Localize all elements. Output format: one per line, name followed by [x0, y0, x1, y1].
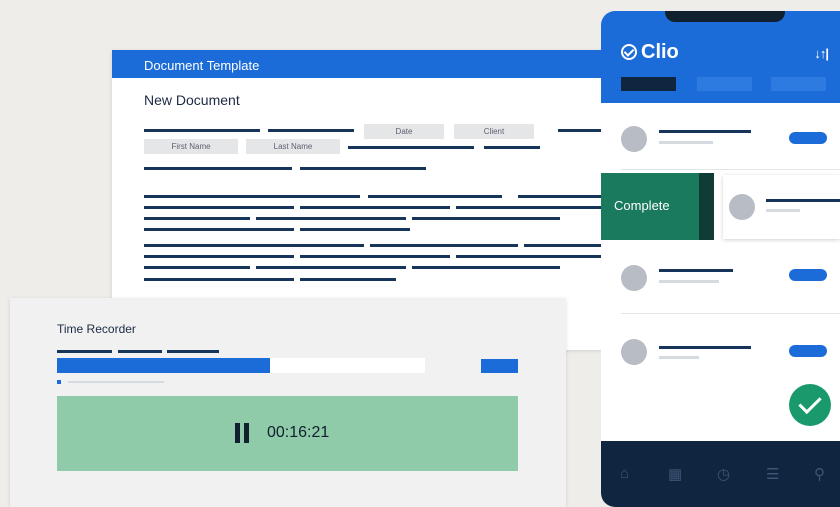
text-line [300, 167, 426, 170]
time-recorder-card: Time Recorder 00:16:21 [10, 298, 566, 507]
home-icon[interactable]: ⌂ [620, 465, 629, 482]
client-field[interactable]: Client [454, 124, 534, 139]
tab-item[interactable] [771, 77, 826, 91]
check-circle-icon [621, 44, 637, 60]
text-line [484, 146, 540, 149]
timer-action-button[interactable] [481, 359, 518, 373]
text-line [456, 206, 606, 209]
text-line [300, 278, 396, 281]
tab-active[interactable] [621, 77, 676, 91]
clock-icon[interactable]: ◷ [717, 465, 730, 483]
filter-icon[interactable]: ↓↑| [814, 46, 829, 61]
search-icon[interactable]: ⚲ [814, 465, 825, 483]
text-line [57, 350, 112, 353]
text-line [144, 167, 292, 170]
first-name-field[interactable]: First Name [144, 139, 238, 154]
document-title: Document Template [144, 58, 260, 73]
calendar-icon[interactable]: ▦ [668, 465, 682, 483]
text-line [659, 269, 733, 272]
complete-swipe-action[interactable]: Complete [601, 173, 714, 240]
text-line [300, 255, 450, 258]
text-line [167, 350, 219, 353]
swipe-edge [699, 173, 714, 240]
phone-notch [665, 11, 785, 22]
text-line [524, 244, 612, 247]
text-line [118, 350, 162, 353]
document-subtitle: New Document [144, 92, 240, 108]
complete-label: Complete [614, 198, 670, 213]
text-line [348, 146, 474, 149]
text-line [300, 228, 410, 231]
text-line [659, 280, 719, 283]
text-line [518, 195, 612, 198]
phone-header: Clio ↓↑| [601, 11, 840, 103]
text-line [144, 217, 250, 220]
text-line [256, 217, 406, 220]
list-item-action[interactable] [789, 269, 827, 281]
timer-display: 00:16:21 [57, 396, 518, 471]
list-item-action[interactable] [789, 345, 827, 357]
text-line [300, 206, 450, 209]
text-line [659, 141, 713, 144]
list-item-action[interactable] [789, 132, 827, 144]
time-progress-fill [57, 358, 271, 373]
text-line [144, 244, 364, 247]
text-line [766, 199, 840, 202]
text-line [370, 244, 518, 247]
swiped-list-item[interactable] [723, 175, 840, 239]
text-line [68, 381, 164, 383]
text-line [144, 129, 260, 132]
avatar [729, 194, 755, 220]
divider [621, 169, 840, 170]
list-icon[interactable]: ☰ [766, 465, 779, 483]
text-line [659, 356, 699, 359]
time-progress-bar [57, 358, 425, 373]
text-line [412, 266, 560, 269]
checkmark-icon[interactable] [789, 384, 831, 426]
text-line [144, 206, 294, 209]
phone-app: Clio ↓↑| Complete ⌂ ▦ ◷ ☰ ⚲ [601, 11, 840, 507]
text-line [144, 195, 360, 198]
document-header: Document Template [112, 50, 612, 78]
app-logo: Clio [641, 41, 679, 63]
text-line [144, 278, 294, 281]
avatar [621, 126, 647, 152]
time-recorder-title: Time Recorder [57, 322, 136, 336]
last-name-field[interactable]: Last Name [246, 139, 340, 154]
tab-item[interactable] [697, 77, 752, 91]
divider [621, 313, 840, 314]
text-line [268, 129, 354, 132]
text-line [144, 266, 250, 269]
status-dot [57, 380, 61, 384]
avatar [621, 265, 647, 291]
text-line [412, 217, 560, 220]
elapsed-time: 00:16:21 [267, 424, 330, 441]
text-line [144, 255, 294, 258]
text-line [659, 130, 751, 133]
text-line [144, 228, 294, 231]
text-line [368, 195, 502, 198]
date-field[interactable]: Date [364, 124, 444, 139]
text-line [256, 266, 406, 269]
pause-icon[interactable] [235, 423, 249, 443]
avatar [621, 339, 647, 365]
text-line [659, 346, 751, 349]
text-line [766, 209, 800, 212]
text-line [456, 255, 606, 258]
bottom-nav: ⌂ ▦ ◷ ☰ ⚲ [601, 441, 840, 507]
